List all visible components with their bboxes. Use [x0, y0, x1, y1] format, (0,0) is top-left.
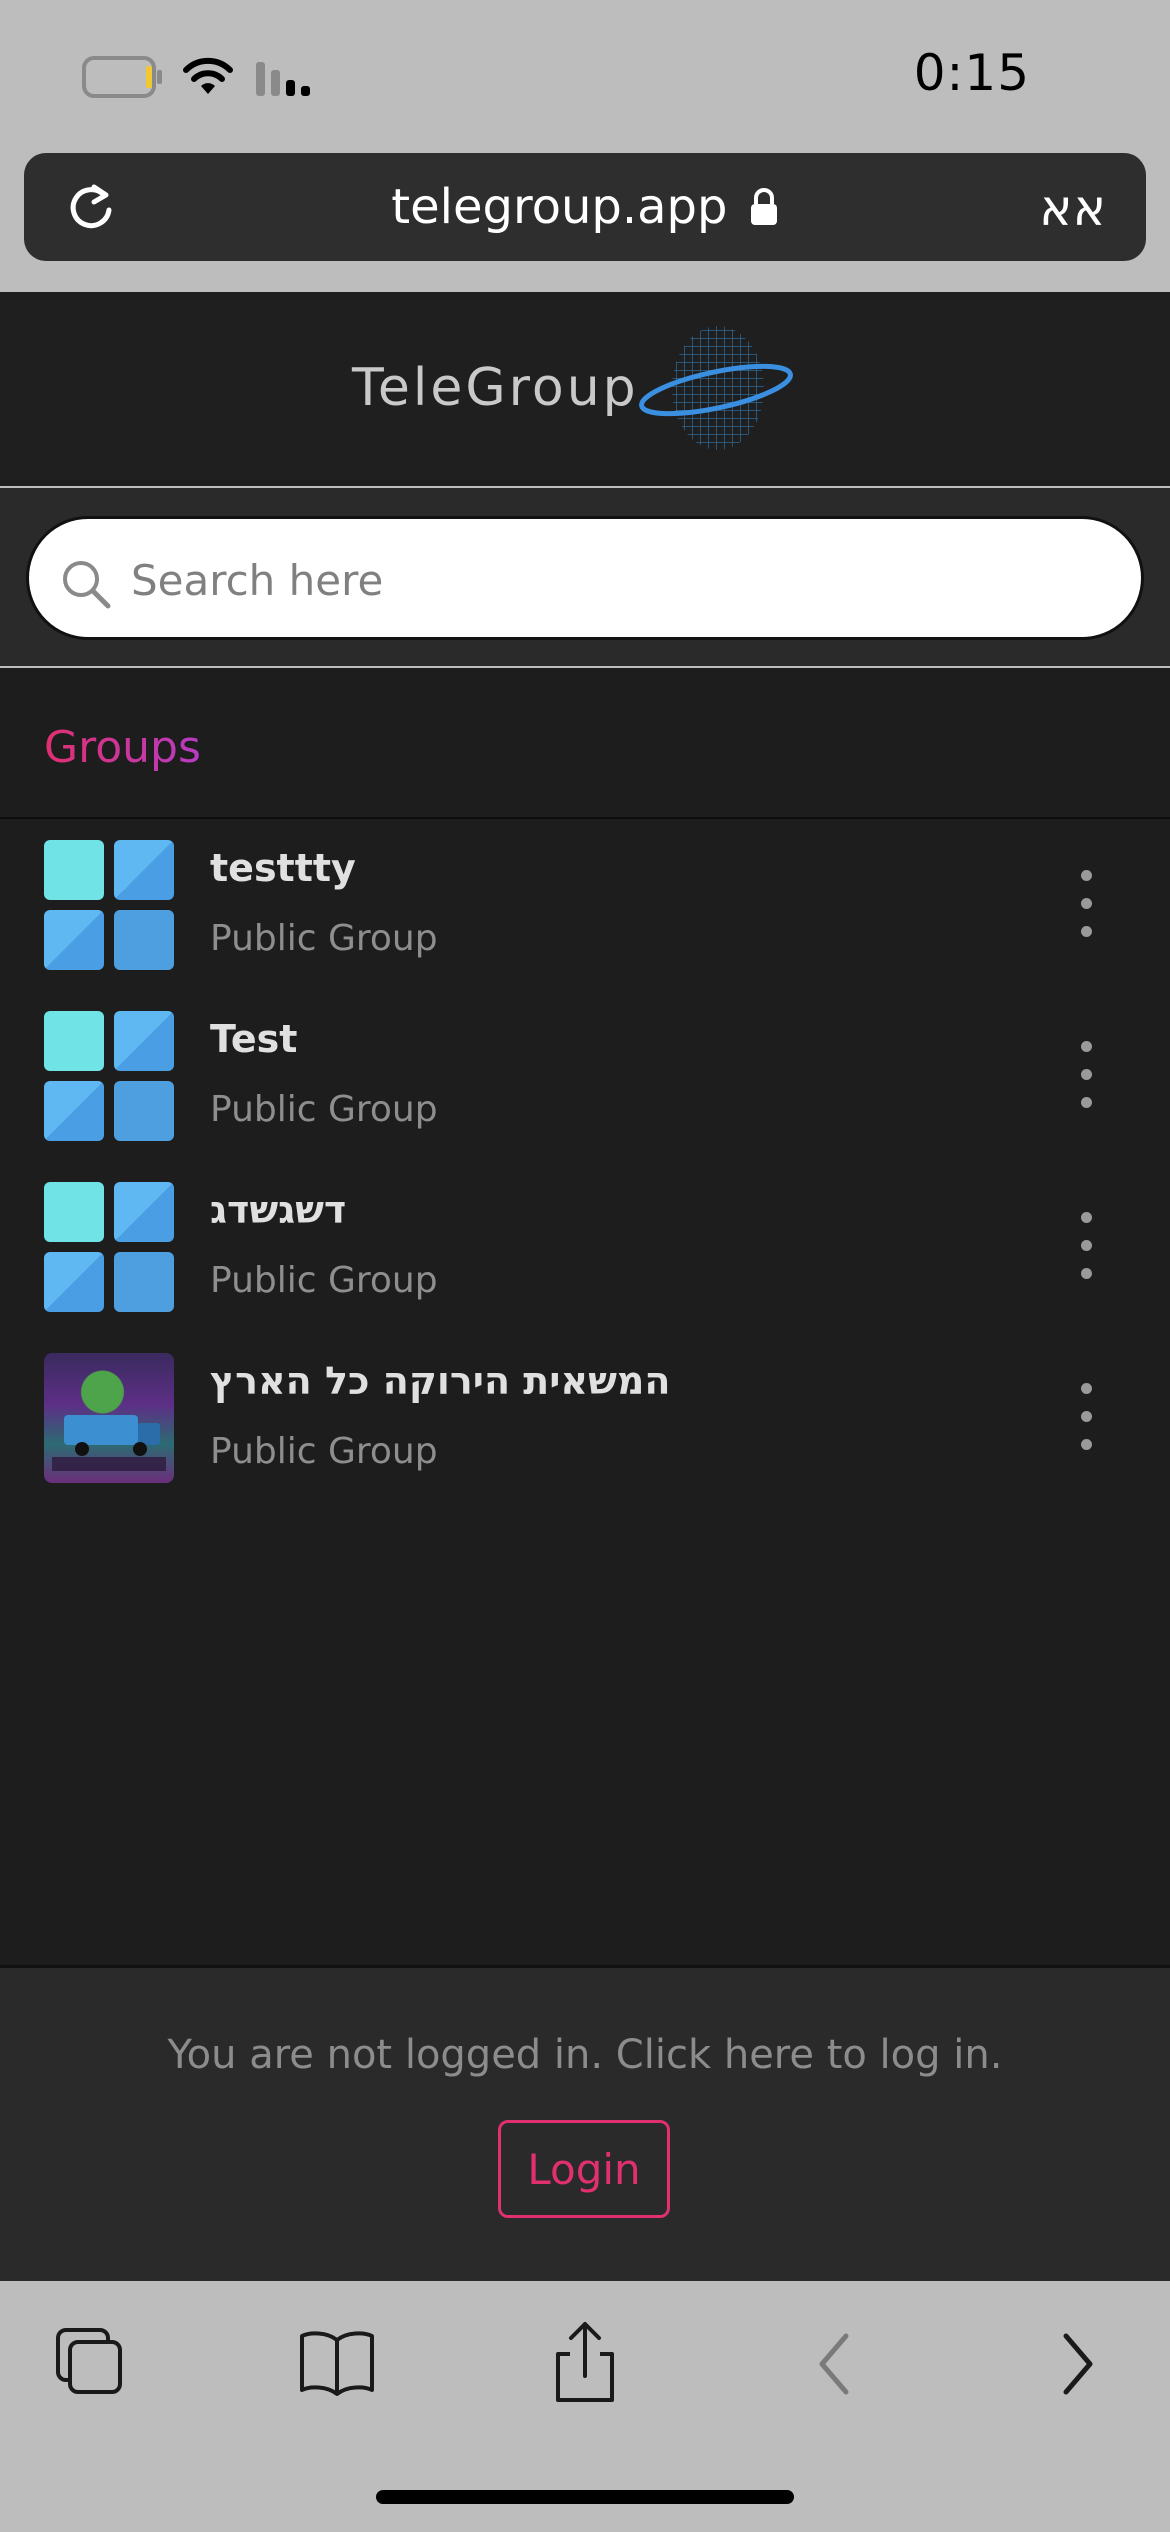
group-type: Public Group	[210, 1260, 438, 1301]
url-text: telegroup.app	[391, 179, 728, 235]
status-time: 0:15	[913, 44, 1030, 102]
group-row[interactable]: testtty Public Group	[0, 818, 1170, 988]
search-bar[interactable]	[26, 516, 1144, 640]
login-message[interactable]: You are not logged in. Click here to log…	[0, 2032, 1170, 2078]
status-bar: 0:15	[0, 0, 1170, 150]
more-vertical-icon[interactable]	[1072, 1212, 1102, 1282]
logo-globe-icon	[639, 326, 793, 450]
login-button[interactable]: Login	[498, 2120, 670, 2218]
group-avatar	[44, 1011, 174, 1141]
group-row[interactable]: Test Public Group	[0, 989, 1170, 1159]
back-icon[interactable]	[792, 2318, 882, 2408]
battery-icon	[82, 56, 162, 98]
more-vertical-icon[interactable]	[1072, 1041, 1102, 1111]
group-row[interactable]: המשאית הירוקה כל הארץ Public Group	[0, 1331, 1170, 1501]
share-icon[interactable]	[540, 2318, 630, 2408]
group-avatar	[44, 840, 174, 970]
site-logo[interactable]: TeleGroup	[352, 358, 639, 418]
home-indicator	[376, 2490, 794, 2504]
group-name: Test	[210, 1017, 298, 1061]
group-type: Public Group	[210, 1431, 438, 1472]
url-display[interactable]: telegroup.app	[24, 179, 1146, 235]
search-input[interactable]	[129, 549, 1093, 611]
wifi-icon	[183, 57, 233, 94]
bookmarks-icon[interactable]	[292, 2318, 382, 2408]
group-name: דשגשדג	[210, 1188, 347, 1232]
tabs-icon[interactable]	[46, 2318, 136, 2408]
group-name: testtty	[210, 846, 356, 890]
group-avatar-photo	[44, 1353, 174, 1483]
truck-image-icon	[52, 1415, 166, 1471]
group-name: המשאית הירוקה כל הארץ	[210, 1359, 671, 1403]
group-type: Public Group	[210, 918, 438, 959]
address-bar[interactable]: telegroup.app אא	[24, 153, 1146, 261]
more-vertical-icon[interactable]	[1072, 1383, 1102, 1453]
groups-title: Groups	[44, 722, 201, 773]
forward-icon[interactable]	[1030, 2318, 1120, 2408]
text-size-button[interactable]: אא	[1039, 179, 1106, 237]
lock-icon	[750, 188, 777, 225]
group-avatar	[44, 1182, 174, 1312]
more-vertical-icon[interactable]	[1072, 870, 1102, 940]
group-row[interactable]: דשגשדג Public Group	[0, 1160, 1170, 1330]
group-type: Public Group	[210, 1089, 438, 1130]
cellular-icon	[256, 62, 310, 96]
search-icon	[63, 561, 111, 609]
